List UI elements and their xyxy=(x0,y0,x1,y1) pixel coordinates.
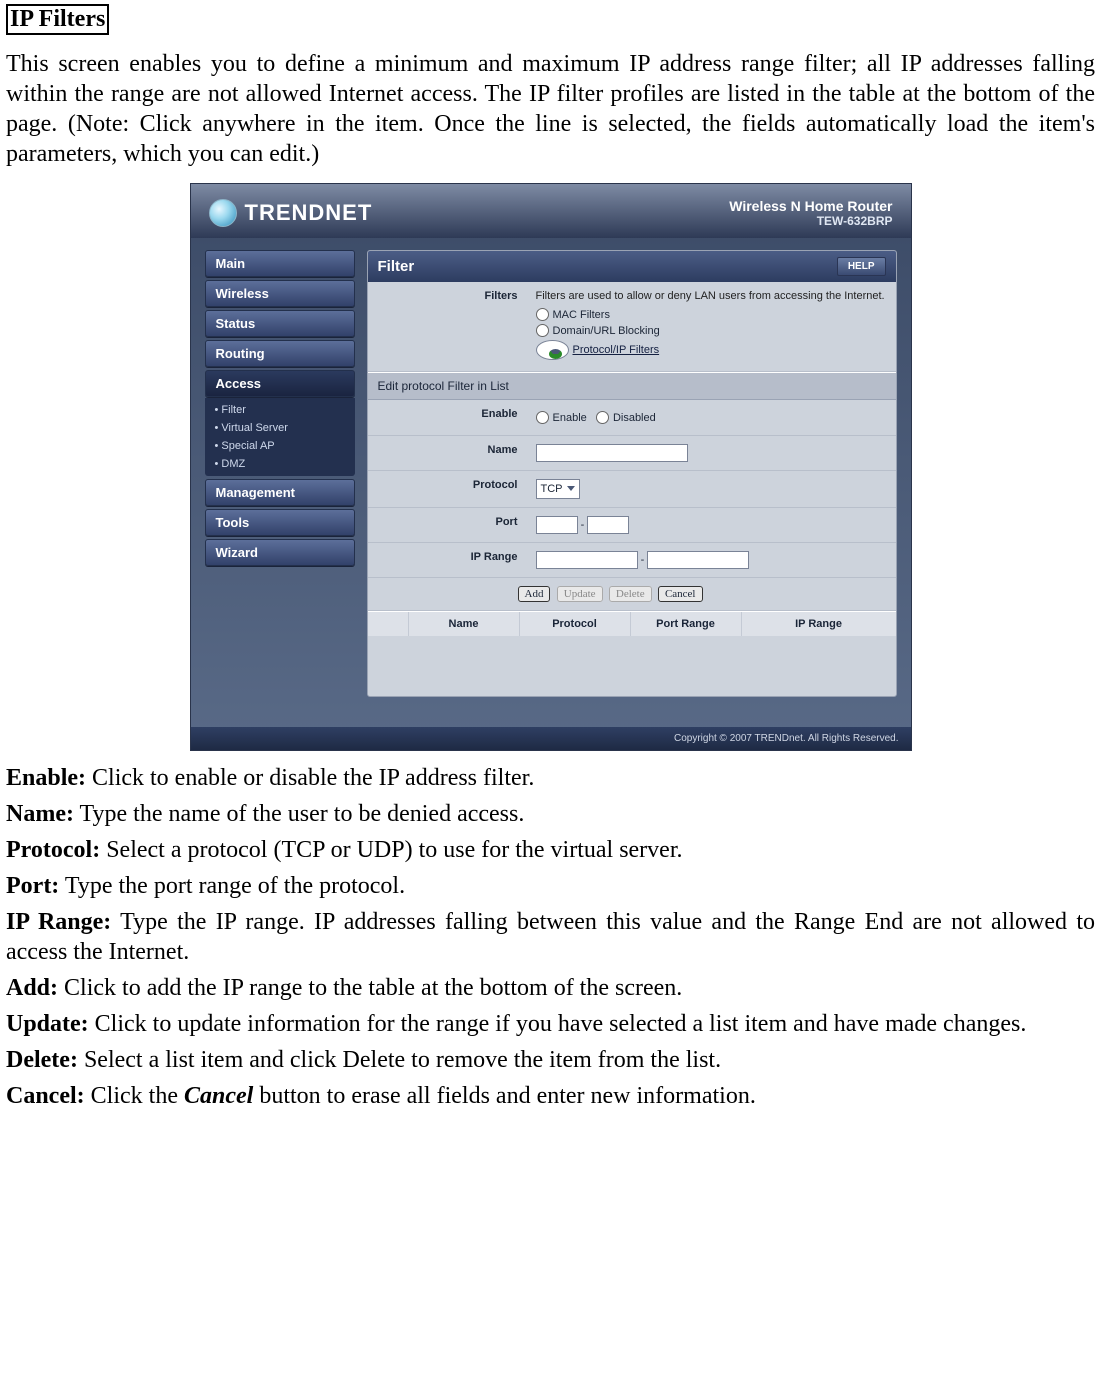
subnav-filter[interactable]: Filter xyxy=(215,401,355,419)
sidebar-nav: Main Wireless Status Routing Access Filt… xyxy=(205,250,355,569)
port-from-input[interactable] xyxy=(536,516,578,534)
nav-access-sub: Filter Virtual Server Special AP DMZ xyxy=(205,398,355,476)
radio-label: Protocol/IP Filters xyxy=(573,344,660,356)
nav-main[interactable]: Main xyxy=(205,250,355,277)
add-button[interactable]: Add xyxy=(518,586,551,602)
panel-title: Filter xyxy=(378,258,415,275)
desc-add: Add: Click to add the IP range to the ta… xyxy=(6,973,1095,1003)
desc-delete: Delete: Select a list item and click Del… xyxy=(6,1045,1095,1075)
radio-icon-selected xyxy=(536,340,569,360)
edit-section-header: Edit protocol Filter in List xyxy=(368,372,896,400)
radio-domain-blocking[interactable]: Domain/URL Blocking xyxy=(536,324,888,337)
desc-enable: Enable: Click to enable or disable the I… xyxy=(6,763,1095,793)
filter-panel: Filter HELP Filters Filters are used to … xyxy=(367,250,897,697)
radio-label: Enable xyxy=(553,412,587,424)
desc-port: Port: Type the port range of the protoco… xyxy=(6,871,1095,901)
desc-cancel: Cancel: Click the Cancel button to erase… xyxy=(6,1081,1095,1111)
filter-table-header: Name Protocol Port Range IP Range xyxy=(368,611,896,636)
th-protocol: Protocol xyxy=(520,612,631,636)
nav-tools[interactable]: Tools xyxy=(205,509,355,536)
radio-icon xyxy=(536,308,549,321)
name-input[interactable] xyxy=(536,444,688,462)
nav-management[interactable]: Management xyxy=(205,479,355,506)
radio-protocol-ip-filters[interactable]: Protocol/IP Filters xyxy=(536,340,888,360)
radio-icon xyxy=(536,324,549,337)
th-blank xyxy=(368,612,409,636)
th-name: Name xyxy=(409,612,520,636)
desc-iprange: IP Range: Type the IP range. IP addresse… xyxy=(6,907,1095,967)
nav-status[interactable]: Status xyxy=(205,310,355,337)
desc-name: Name: Type the name of the user to be de… xyxy=(6,799,1095,829)
subnav-virtual-server[interactable]: Virtual Server xyxy=(215,419,355,437)
table-empty-area xyxy=(368,636,896,696)
th-ip-range: IP Range xyxy=(742,612,896,636)
update-button[interactable]: Update xyxy=(557,586,603,602)
protocol-label: Protocol xyxy=(368,471,528,499)
port-to-input[interactable] xyxy=(587,516,629,534)
router-admin-screenshot: TRENDNET Wireless N Home Router TEW-632B… xyxy=(190,183,912,751)
radio-label: Disabled xyxy=(613,412,656,424)
product-name: Wireless N Home Router TEW-632BRP xyxy=(729,198,892,228)
ip-from-input[interactable] xyxy=(536,551,638,569)
brand-text: TRENDNET xyxy=(245,200,373,226)
brand-logo-icon xyxy=(209,199,237,227)
subnav-special-ap[interactable]: Special AP xyxy=(215,437,355,455)
product-line1: Wireless N Home Router xyxy=(729,198,892,214)
nav-wizard[interactable]: Wizard xyxy=(205,539,355,566)
nav-access[interactable]: Access xyxy=(205,370,355,397)
ip-to-input[interactable] xyxy=(647,551,749,569)
radio-mac-filters[interactable]: MAC Filters xyxy=(536,308,888,321)
desc-update: Update: Click to update information for … xyxy=(6,1009,1095,1039)
name-label: Name xyxy=(368,436,528,464)
protocol-select[interactable]: TCP xyxy=(536,479,580,499)
cancel-button[interactable]: Cancel xyxy=(658,586,703,602)
help-button[interactable]: HELP xyxy=(837,257,886,276)
th-port-range: Port Range xyxy=(631,612,742,636)
desc-protocol: Protocol: Select a protocol (TCP or UDP)… xyxy=(6,835,1095,865)
header-bar: TRENDNET Wireless N Home Router TEW-632B… xyxy=(191,184,911,238)
intro-paragraph: This screen enables you to define a mini… xyxy=(6,49,1095,169)
footer-copyright: Copyright © 2007 TRENDnet. All Rights Re… xyxy=(191,727,911,750)
radio-disabled[interactable]: Disabled xyxy=(596,411,656,424)
filters-note: Filters are used to allow or deny LAN us… xyxy=(536,290,888,302)
nav-wireless[interactable]: Wireless xyxy=(205,280,355,307)
brand: TRENDNET xyxy=(209,199,373,227)
radio-icon xyxy=(596,411,609,424)
radio-label: MAC Filters xyxy=(553,309,610,321)
subnav-dmz[interactable]: DMZ xyxy=(215,455,355,473)
delete-button[interactable]: Delete xyxy=(609,586,652,602)
nav-routing[interactable]: Routing xyxy=(205,340,355,367)
dash-separator: - xyxy=(641,554,645,566)
dash-separator: - xyxy=(581,519,585,531)
radio-icon xyxy=(536,411,549,424)
port-label: Port xyxy=(368,508,528,536)
page-title: IP Filters xyxy=(6,4,109,35)
filters-label: Filters xyxy=(368,282,528,310)
panel-header: Filter HELP xyxy=(368,251,896,282)
iprange-label: IP Range xyxy=(368,543,528,571)
enable-label: Enable xyxy=(368,400,528,428)
product-model: TEW-632BRP xyxy=(729,214,892,228)
radio-enable[interactable]: Enable xyxy=(536,411,587,424)
radio-label: Domain/URL Blocking xyxy=(553,325,660,337)
